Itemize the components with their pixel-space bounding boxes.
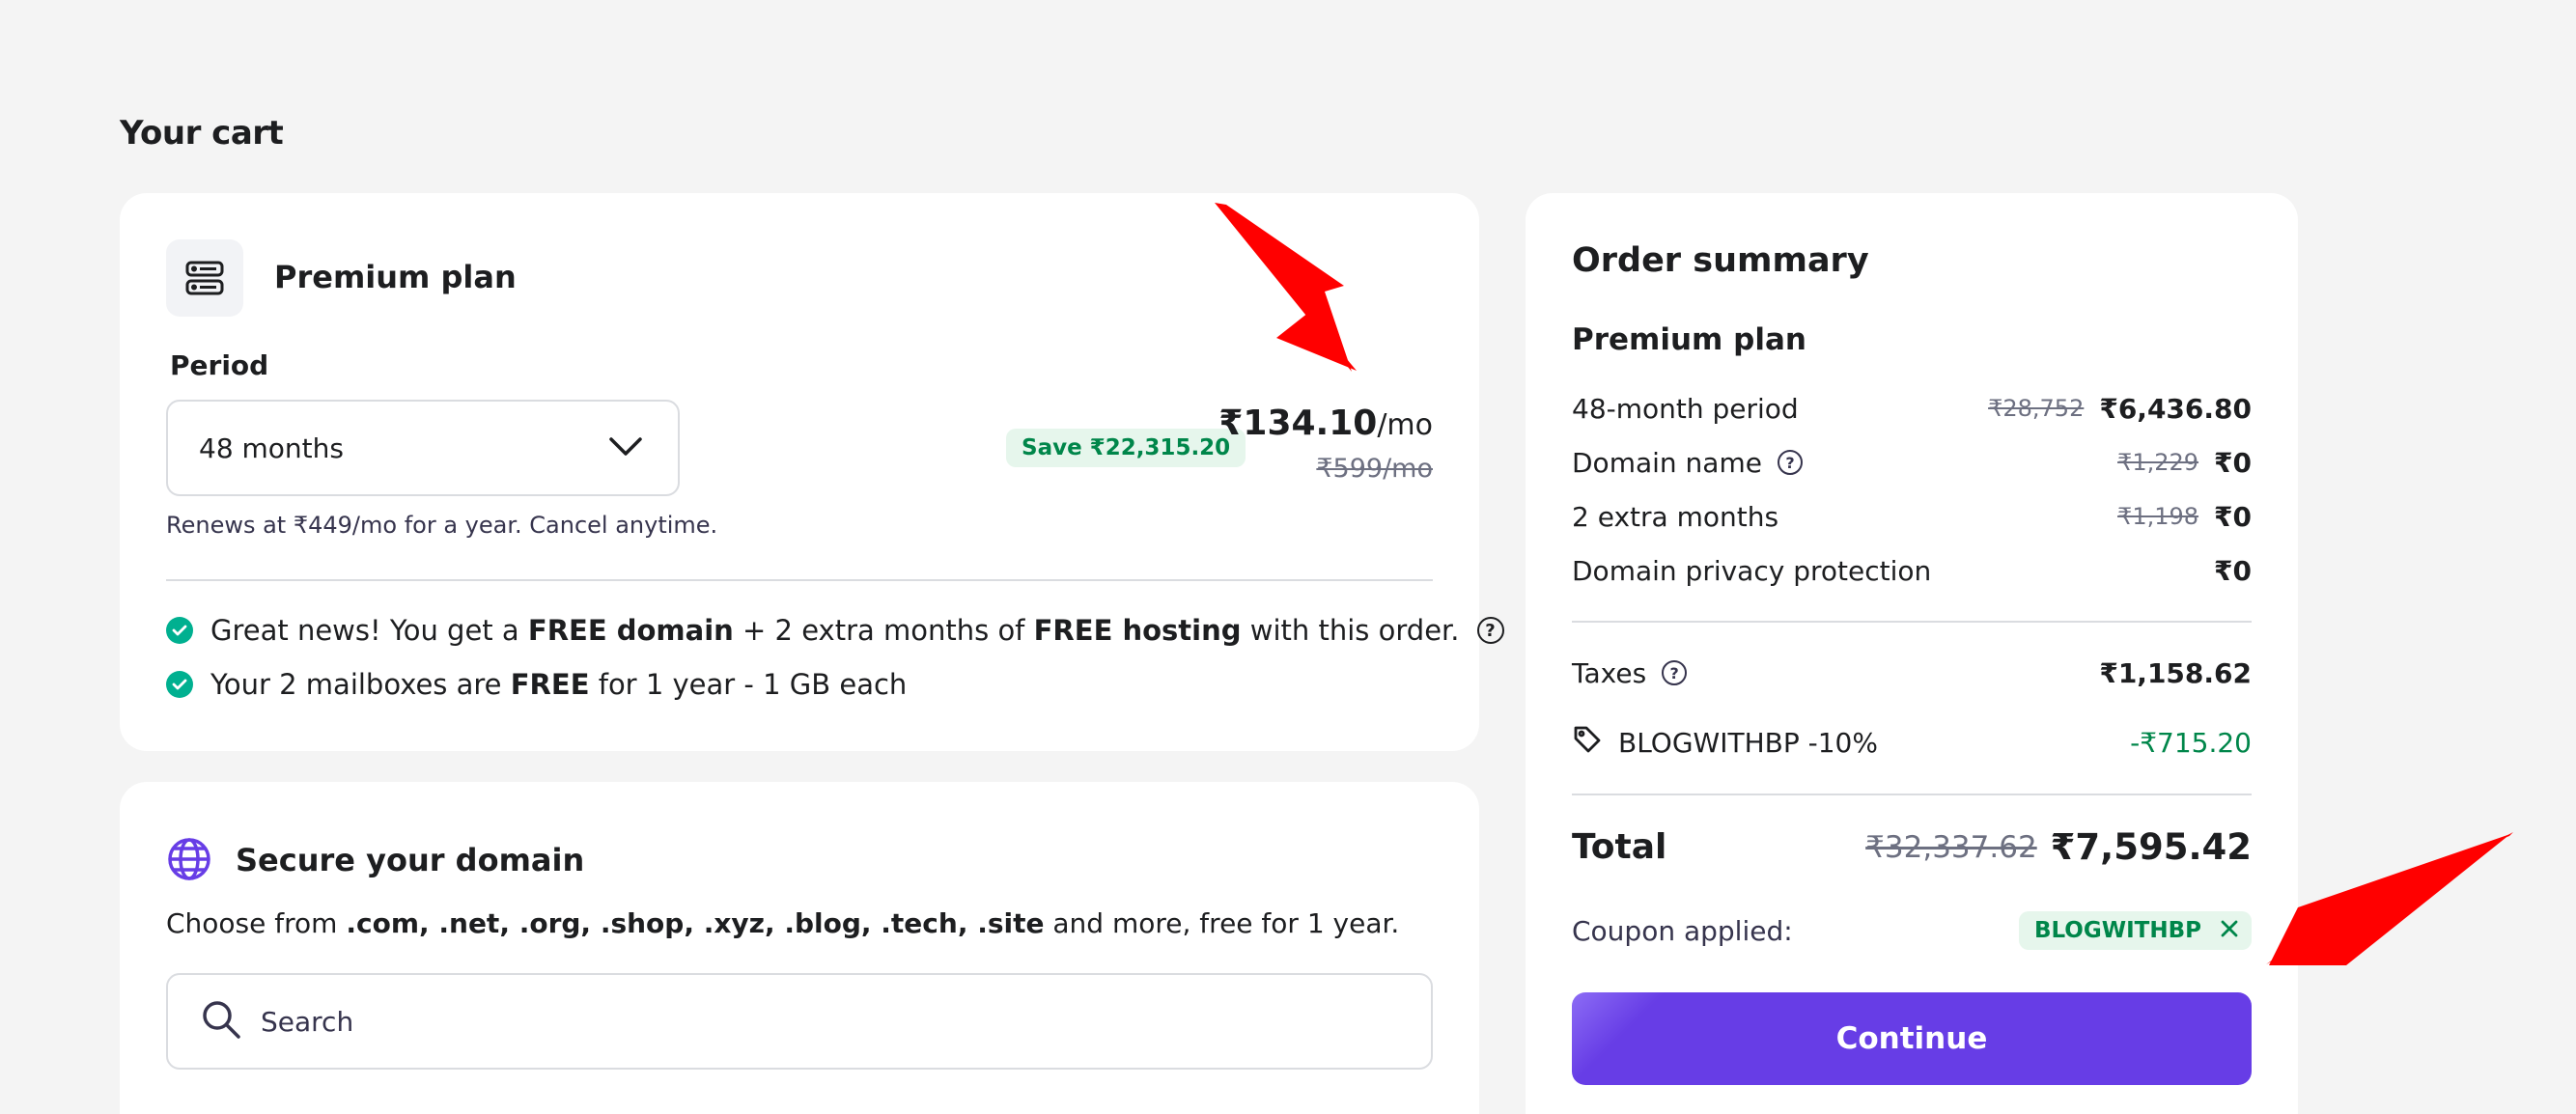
domain-search-box[interactable] <box>166 973 1433 1070</box>
globe-icon <box>166 836 212 886</box>
save-badge: Save ₹22,315.20 <box>1006 429 1246 467</box>
divider <box>166 579 1433 581</box>
period-select[interactable]: 48 months <box>166 400 680 496</box>
benefit-mailboxes: Your 2 mailboxes are FREE for 1 year - 1… <box>166 668 907 701</box>
summary-total: Total ₹32,337.62 ₹7,595.42 <box>1572 826 2252 868</box>
tag-icon <box>1572 724 1603 762</box>
domain-title: Secure your domain <box>236 842 585 878</box>
period-value: 48 months <box>199 432 344 464</box>
domain-search-input[interactable] <box>261 1005 1323 1038</box>
coupon-label: Coupon applied: <box>1572 914 1793 947</box>
summary-title: Order summary <box>1572 241 1869 280</box>
help-icon[interactable]: ? <box>1476 617 1504 644</box>
divider <box>1572 621 2252 623</box>
period-label: Period <box>170 349 269 381</box>
chevron-down-icon <box>608 432 643 464</box>
renew-text: Renews at ₹449/mo for a year. Cancel any… <box>166 512 718 539</box>
continue-button[interactable]: Continue <box>1572 992 2252 1085</box>
search-icon <box>201 999 241 1044</box>
summary-row-discount: BLOGWITHBP -10% -₹715.20 <box>1572 723 2252 762</box>
page-title: Your cart <box>120 114 284 153</box>
close-icon[interactable] <box>2221 918 2238 943</box>
benefit-free-domain: Great news! You get a FREE domain + 2 ex… <box>166 614 1504 647</box>
plan-price: ₹134.10/mo <box>1218 404 1433 443</box>
check-icon <box>166 617 193 644</box>
benefit-text: Great news! You get a FREE domain + 2 ex… <box>210 614 1460 647</box>
coupon-row: Coupon applied: BLOGWITHBP <box>1572 911 2252 950</box>
domain-description: Choose from .com, .net, .org, .shop, .xy… <box>166 907 1400 939</box>
order-summary-card: Order summary Premium plan 48-month peri… <box>1526 193 2298 1114</box>
plan-card: Premium plan Period 48 months Renews at … <box>120 193 1504 751</box>
divider <box>1572 794 2252 795</box>
plan-old-price: ₹599/mo <box>1316 454 1433 484</box>
summary-row-domain: Domain name? ₹1,229 ₹0 <box>1572 446 2252 479</box>
help-icon[interactable]: ? <box>1662 660 1688 685</box>
coupon-tag: BLOGWITHBP <box>2018 911 2252 950</box>
plan-title: Premium plan <box>274 259 517 295</box>
server-icon <box>166 239 243 317</box>
coupon-code: BLOGWITHBP <box>2033 918 2201 943</box>
help-icon[interactable]: ? <box>1777 450 1803 475</box>
summary-row-taxes: Taxes? ₹1,158.62 <box>1572 656 2252 689</box>
summary-plan-name: Premium plan <box>1572 322 1806 357</box>
benefit-text: Your 2 mailboxes are FREE for 1 year - 1… <box>210 668 908 701</box>
summary-row-privacy: Domain privacy protection ₹0 <box>1572 554 2252 587</box>
summary-row-period: 48-month period ₹28,752 ₹6,436.80 <box>1572 392 2252 425</box>
check-icon <box>166 671 193 698</box>
domain-card: Secure your domain Choose from .com, .ne… <box>120 782 1479 1114</box>
summary-row-extra-months: 2 extra months ₹1,198 ₹0 <box>1572 500 2252 533</box>
